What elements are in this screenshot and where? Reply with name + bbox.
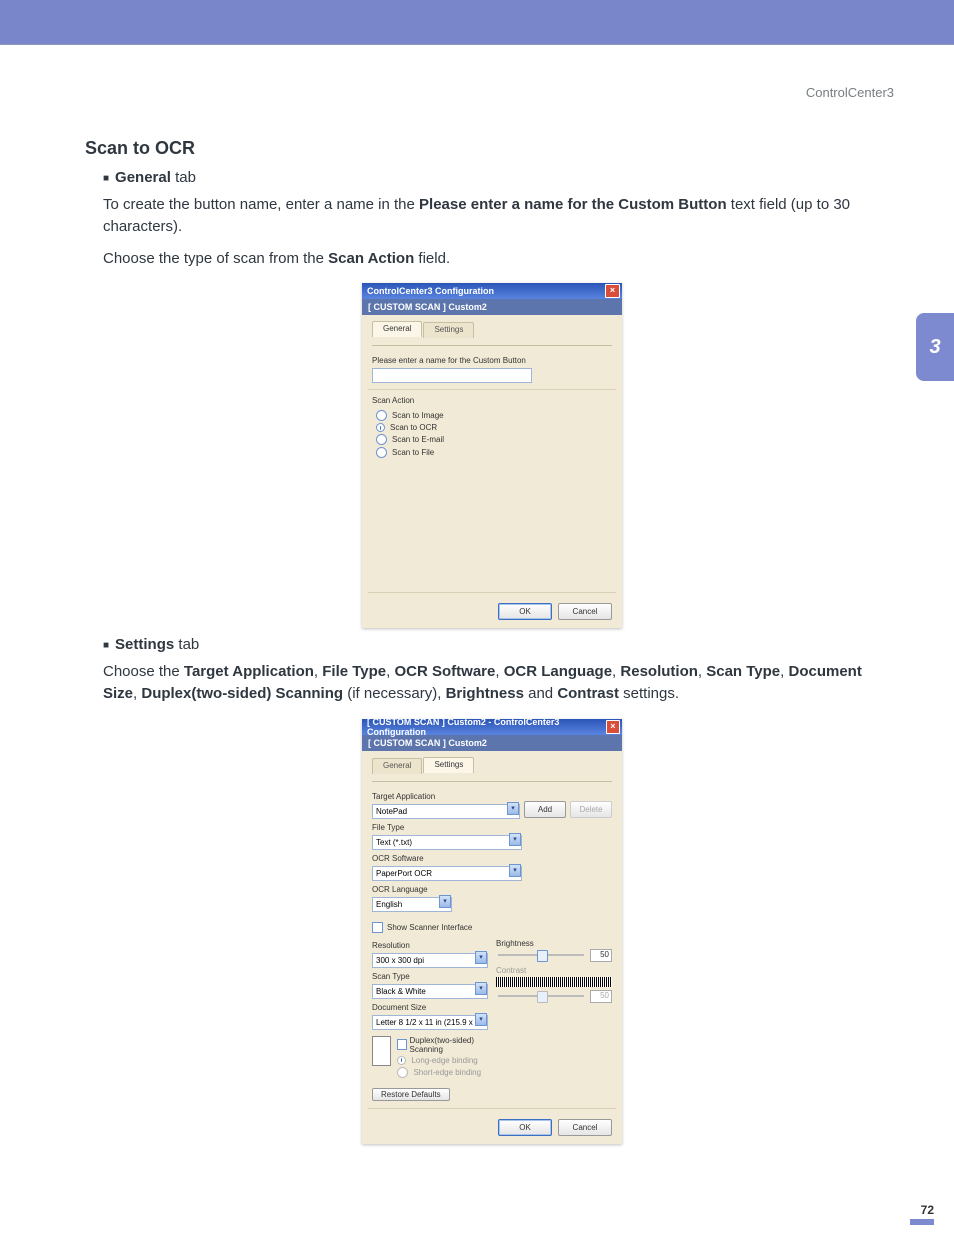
ok-button[interactable]: OK [498, 1119, 552, 1136]
page-number-accent [910, 1219, 934, 1225]
resolution-select[interactable] [372, 953, 488, 968]
scan-type-label: Scan Type [372, 972, 488, 981]
duplex-checkbox[interactable] [397, 1039, 406, 1050]
paragraph: To create the button name, enter a name … [103, 194, 899, 238]
brightness-value: 50 [590, 949, 612, 962]
cancel-button[interactable]: Cancel [558, 603, 612, 620]
ok-button[interactable]: OK [498, 603, 552, 620]
running-header: ControlCenter3 [85, 85, 899, 100]
cancel-button[interactable]: Cancel [558, 1119, 612, 1136]
brightness-label: Brightness [496, 939, 612, 948]
show-scanner-interface-checkbox[interactable] [372, 922, 383, 933]
radio-scan-to-file[interactable] [376, 447, 387, 458]
target-app-select[interactable] [372, 804, 520, 819]
scan-type-select[interactable] [372, 984, 488, 999]
bullet-square-icon: ■ [103, 636, 109, 655]
paragraph: Choose the type of scan from the Scan Ac… [103, 248, 899, 270]
radio-scan-to-email[interactable] [376, 434, 387, 445]
document-size-select[interactable] [372, 1015, 488, 1030]
dialog-banner: [ CUSTOM SCAN ] Custom2 [362, 299, 622, 315]
ocr-software-label: OCR Software [372, 854, 612, 863]
dialog-title: [ CUSTOM SCAN ] Custom2 - ControlCenter3… [367, 717, 606, 737]
radio-scan-to-image[interactable] [376, 410, 387, 421]
duplex-icon [372, 1036, 391, 1066]
close-icon[interactable]: × [605, 284, 620, 298]
ocr-software-select[interactable] [372, 866, 522, 881]
tab-general[interactable]: General [372, 321, 422, 337]
brightness-slider[interactable] [498, 954, 584, 956]
target-app-label: Target Application [372, 792, 612, 801]
bullet-text: Settings tab [115, 636, 199, 653]
file-type-label: File Type [372, 823, 612, 832]
document-top-bar [0, 0, 954, 45]
dialog-general: ControlCenter3 Configuration × [ CUSTOM … [362, 283, 622, 628]
chevron-down-icon[interactable]: ▾ [507, 802, 519, 815]
document-size-label: Document Size [372, 1003, 488, 1012]
dialog-title: ControlCenter3 Configuration [367, 286, 494, 296]
tab-settings[interactable]: Settings [423, 757, 474, 773]
contrast-pattern [496, 977, 612, 987]
radio-label: Short-edge binding [413, 1068, 481, 1077]
paragraph: Choose the Target Application, File Type… [103, 661, 899, 705]
close-icon[interactable]: × [606, 720, 620, 734]
radio-long-edge[interactable] [397, 1056, 406, 1065]
resolution-label: Resolution [372, 941, 488, 950]
section-heading: Scan to OCR [85, 138, 899, 159]
radio-label: Scan to OCR [390, 423, 437, 432]
chevron-down-icon[interactable]: ▾ [509, 833, 521, 846]
radio-label: Scan to E-mail [392, 435, 444, 444]
radio-short-edge[interactable] [397, 1067, 408, 1078]
file-type-select[interactable] [372, 835, 522, 850]
custom-name-label: Please enter a name for the Custom Butto… [372, 356, 612, 365]
radio-label: Scan to Image [392, 411, 444, 420]
radio-label: Long-edge binding [411, 1056, 477, 1065]
checkbox-label: Show Scanner Interface [387, 923, 472, 932]
tab-general[interactable]: General [372, 758, 422, 774]
chevron-down-icon[interactable]: ▾ [509, 864, 521, 877]
contrast-value: 50 [590, 990, 612, 1003]
contrast-slider[interactable] [498, 995, 584, 997]
add-button[interactable]: Add [524, 801, 566, 818]
dialog-banner: [ CUSTOM SCAN ] Custom2 [362, 735, 622, 751]
dialog-settings: [ CUSTOM SCAN ] Custom2 - ControlCenter3… [362, 719, 622, 1144]
chevron-down-icon[interactable]: ▾ [475, 951, 487, 964]
tab-settings[interactable]: Settings [423, 322, 474, 338]
ocr-language-label: OCR Language [372, 885, 612, 894]
bullet-text: General tab [115, 169, 196, 186]
contrast-label: Contrast [496, 966, 612, 975]
chevron-down-icon[interactable]: ▾ [475, 1013, 487, 1026]
delete-button[interactable]: Delete [570, 801, 612, 818]
radio-scan-to-ocr[interactable] [376, 423, 385, 432]
chevron-down-icon[interactable]: ▾ [439, 895, 451, 908]
restore-defaults-button[interactable]: Restore Defaults [372, 1088, 450, 1101]
bullet-square-icon: ■ [103, 169, 109, 188]
chevron-down-icon[interactable]: ▾ [475, 982, 487, 995]
page-number: 72 [910, 1203, 934, 1217]
custom-name-input[interactable] [372, 368, 532, 383]
radio-label: Scan to File [392, 448, 434, 457]
checkbox-label: Duplex(two-sided) Scanning [410, 1036, 488, 1054]
scan-action-label: Scan Action [372, 396, 612, 405]
